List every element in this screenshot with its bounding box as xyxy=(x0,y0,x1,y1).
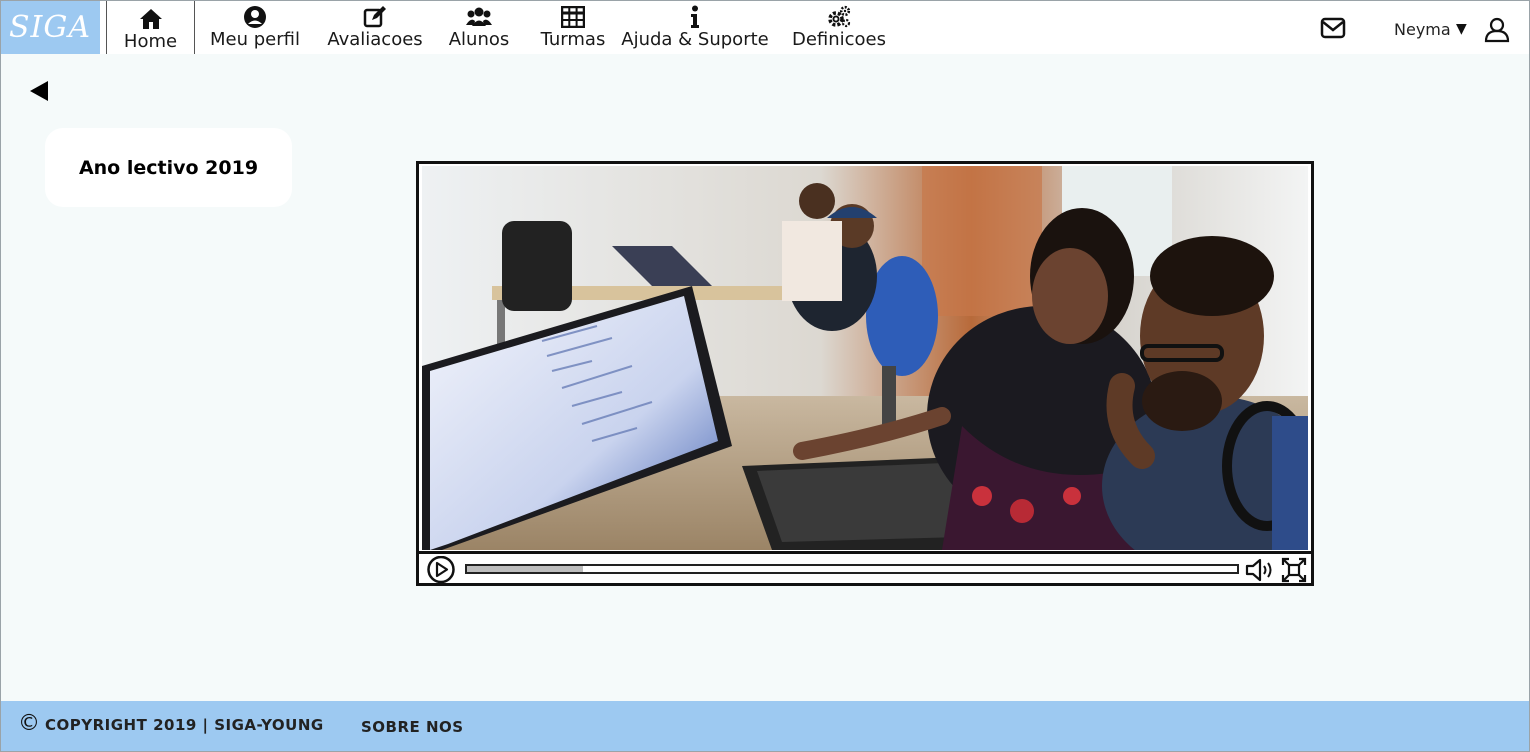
nav-help[interactable]: Ajuda & Suporte xyxy=(620,0,770,54)
user-menu-caret[interactable]: ▼ xyxy=(1456,21,1467,37)
nav-classes[interactable]: Turmas xyxy=(533,0,613,54)
back-arrow-icon[interactable] xyxy=(28,80,50,102)
play-icon[interactable] xyxy=(425,555,457,584)
school-year-label: Ano lectivo 2019 xyxy=(78,156,259,179)
nav-settings-label: Definicoes xyxy=(791,29,887,50)
edit-icon xyxy=(363,5,387,29)
nav-settings[interactable]: Definicoes xyxy=(789,0,889,54)
info-icon xyxy=(689,5,701,29)
copyright-text: COPYRIGHT 2019 | SIGA-YOUNG xyxy=(45,716,324,734)
nav-help-label: Ajuda & Suporte xyxy=(621,29,769,50)
gears-icon xyxy=(827,5,851,29)
nav-profile-label: Meu perfil xyxy=(210,29,300,50)
app-logo[interactable]: SIGA xyxy=(0,0,100,54)
nav-evaluations[interactable]: Avaliacoes xyxy=(325,0,425,54)
school-year-card[interactable]: Ano lectivo 2019 xyxy=(45,128,292,207)
table-icon xyxy=(561,5,585,29)
user-name[interactable]: Neyma xyxy=(1394,20,1451,39)
video-thumbnail-image xyxy=(422,166,1308,550)
video-controls xyxy=(419,551,1311,584)
video-progress-bar[interactable] xyxy=(465,564,1239,574)
mail-icon[interactable] xyxy=(1320,16,1346,40)
volume-icon[interactable] xyxy=(1245,557,1277,583)
nav-evaluations-label: Avaliacoes xyxy=(327,29,423,50)
video-progress-fill xyxy=(467,566,583,572)
nav-home-label: Home xyxy=(123,31,178,52)
user-outline-icon[interactable] xyxy=(1484,17,1510,43)
nav-profile[interactable]: Meu perfil xyxy=(205,0,305,54)
fullscreen-icon[interactable] xyxy=(1281,557,1307,583)
video-player xyxy=(416,161,1314,586)
about-us-link[interactable]: SOBRE NOS xyxy=(361,718,464,736)
nav-home[interactable]: Home xyxy=(106,0,195,54)
nav-students-label: Alunos xyxy=(448,29,510,50)
nav-classes-label: Turmas xyxy=(540,29,606,50)
users-icon xyxy=(466,5,492,29)
copyright-icon: © xyxy=(18,711,40,736)
nav-students[interactable]: Alunos xyxy=(439,0,519,54)
user-circle-icon xyxy=(243,5,267,29)
home-icon xyxy=(139,7,163,31)
video-frame[interactable] xyxy=(422,166,1308,550)
top-navigation-bar: SIGA Home Meu perfil Avaliacoes Alunos T… xyxy=(0,0,1530,54)
